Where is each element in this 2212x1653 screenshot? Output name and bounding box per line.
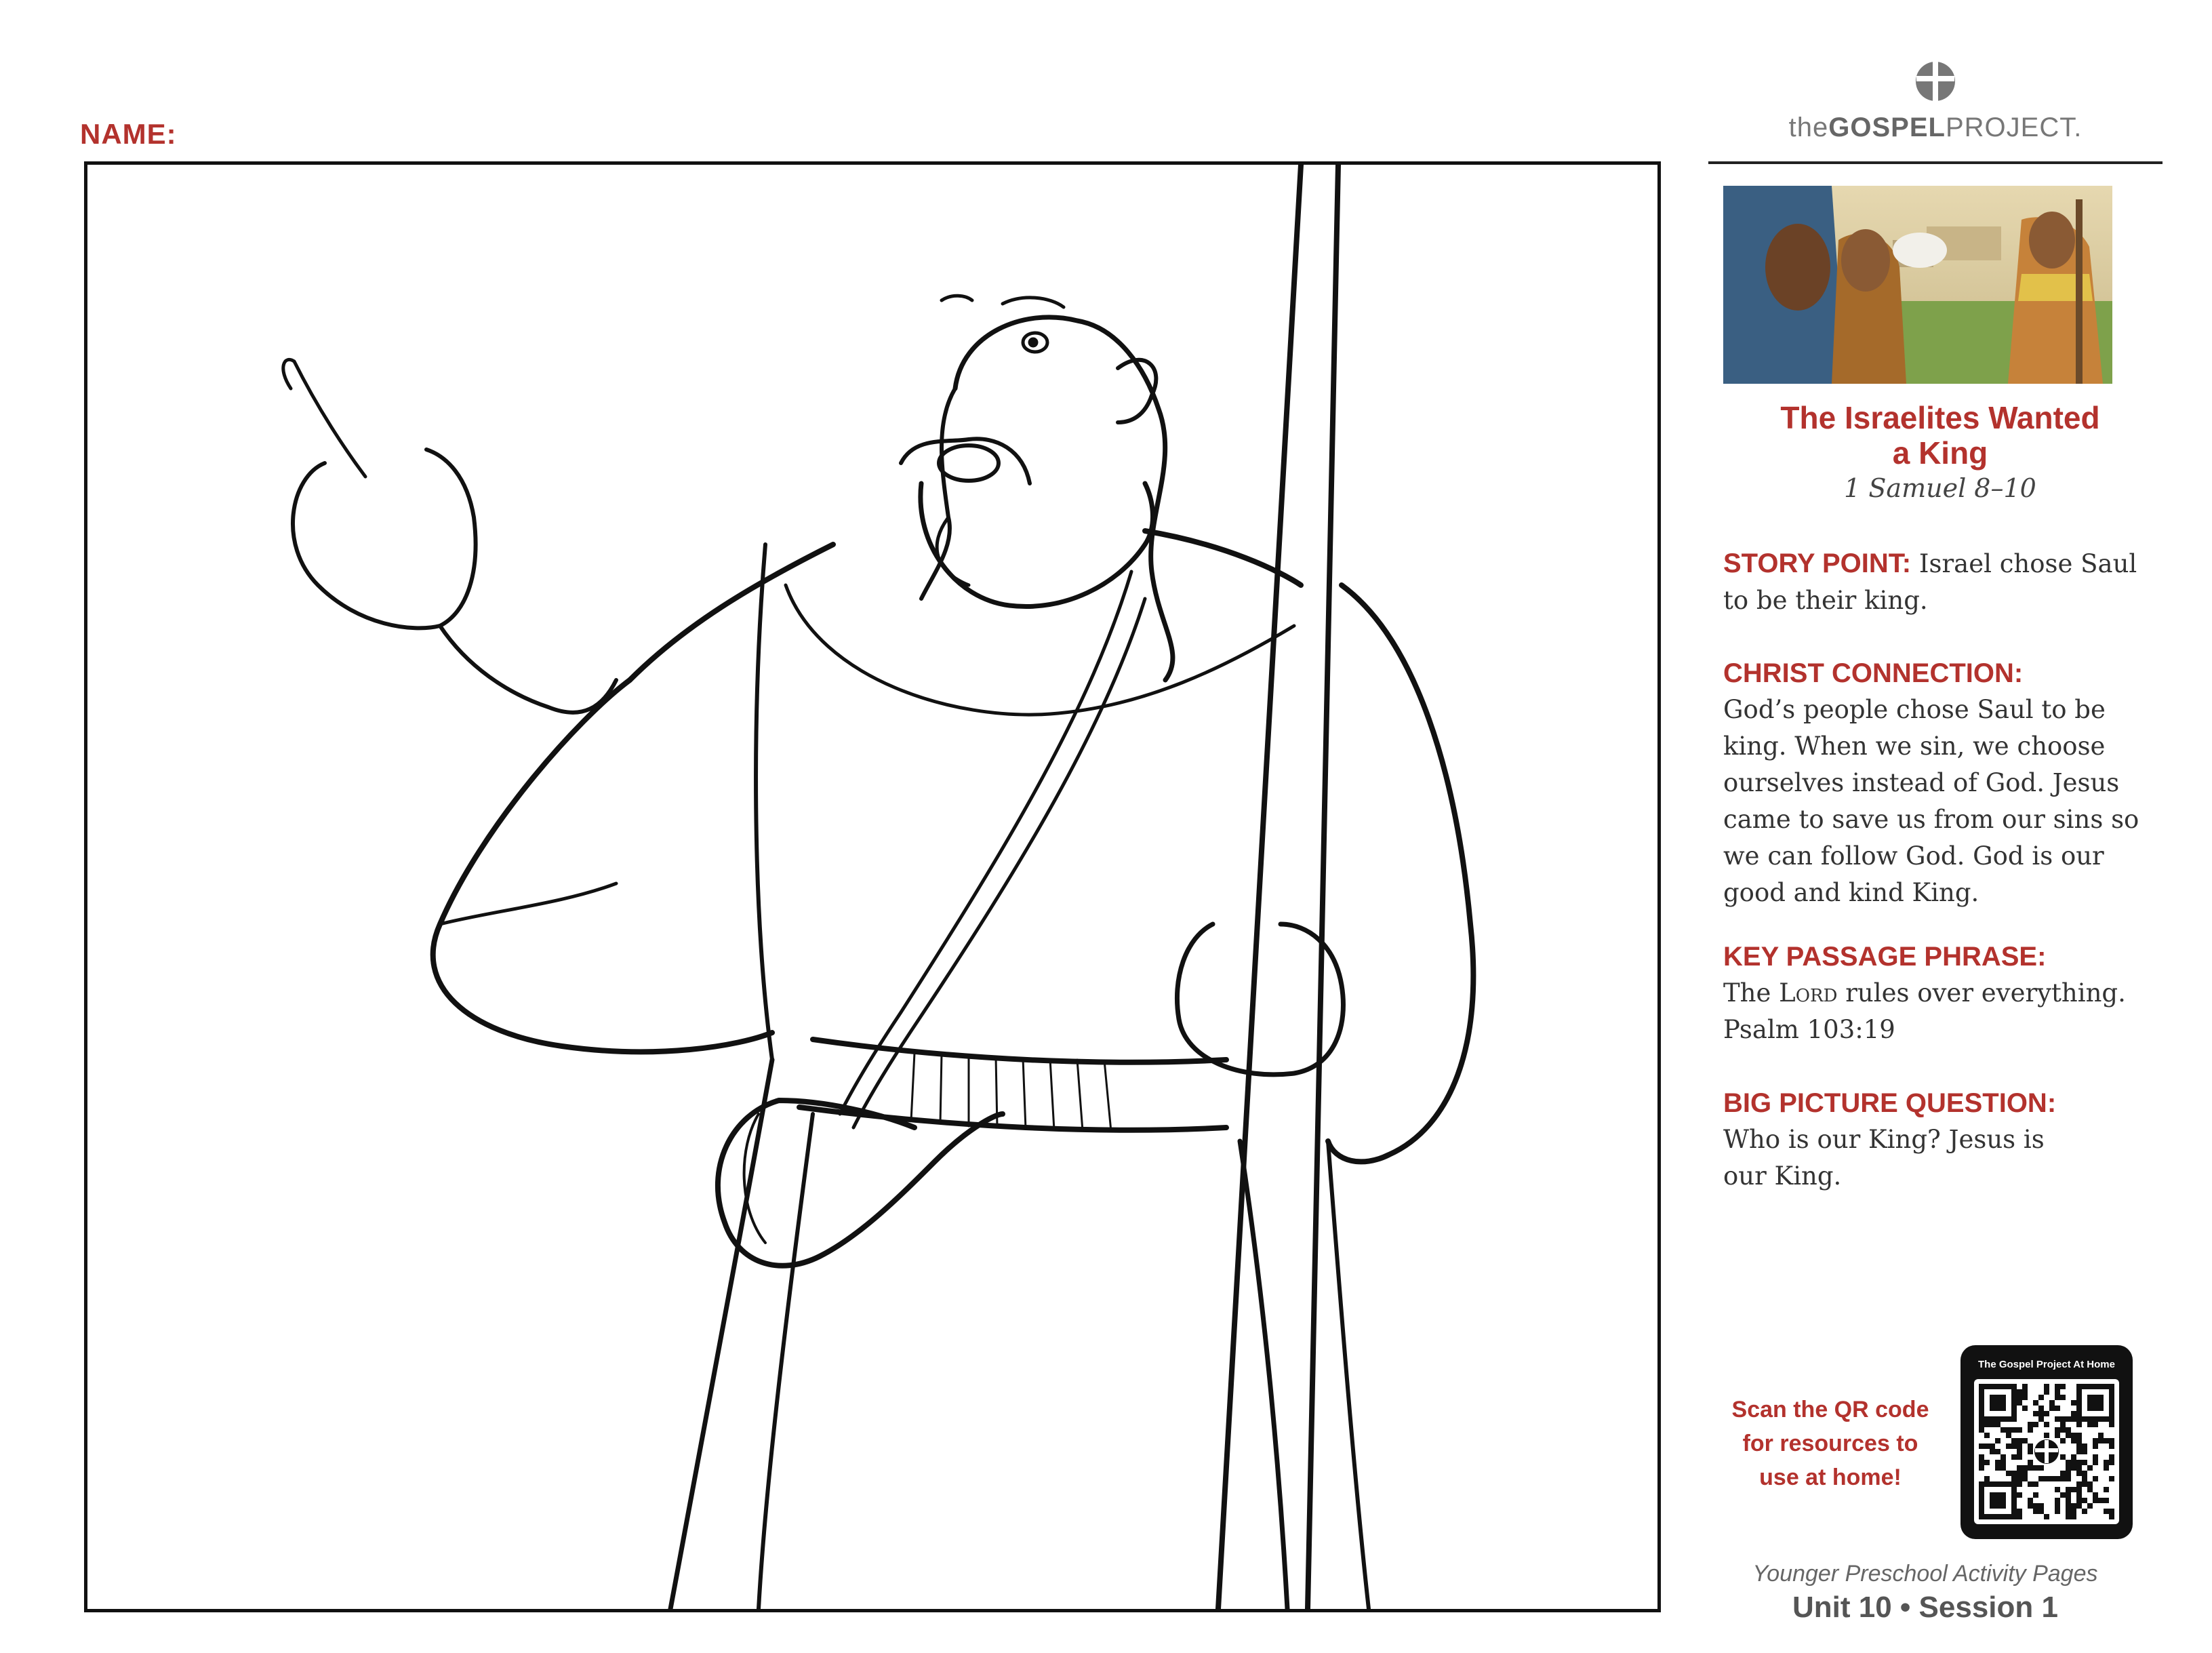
lesson-header: The Israelites Wanted a King 1 Samuel 8–… <box>1723 400 2157 503</box>
qr-code-icon[interactable] <box>1974 1379 2119 1524</box>
coloring-area[interactable] <box>84 161 1661 1612</box>
lesson-title-line1: The Israelites Wanted <box>1780 400 2100 435</box>
christ-connection-section: CHRIST CONNECTION: God’s people chose Sa… <box>1723 655 2157 911</box>
big-picture-section: BIG PICTURE QUESTION: Who is our King? J… <box>1723 1085 2157 1195</box>
key-passage-reference: Psalm 103:19 <box>1723 1015 1895 1044</box>
christ-connection-heading: CHRIST CONNECTION: <box>1723 658 2024 688</box>
qr-code-pattern <box>1979 1384 2114 1519</box>
key-passage-heading: KEY PASSAGE PHRASE: <box>1723 942 2047 972</box>
logo-bold: GOSPEL <box>1828 113 1946 142</box>
lesson-scripture: 1 Samuel 8–10 <box>1844 473 2036 503</box>
qr-prompt: Scan the QR code for resources to use at… <box>1708 1393 1952 1494</box>
key-passage-text-before: The <box>1723 978 1779 1008</box>
gospel-project-logo: theGOSPELPROJECT. <box>1708 57 2163 152</box>
qr-prompt-line3: use at home! <box>1759 1465 1902 1490</box>
qr-card-title: The Gospel Project At Home <box>1978 1359 2115 1370</box>
key-passage-section: KEY PASSAGE PHRASE: The Lord rules over … <box>1723 938 2157 1048</box>
key-passage-text: The Lord rules over everything. <box>1723 975 2157 1012</box>
footer-subtitle: Younger Preschool Activity Pages <box>1752 1561 2098 1587</box>
logo-wordmark: theGOSPELPROJECT. <box>1708 113 2163 143</box>
header-divider <box>1708 161 2163 164</box>
key-passage-lord: Lord <box>1779 978 1838 1008</box>
big-picture-text: Who is our King? Jesus is our King. <box>1723 1125 2045 1191</box>
coloring-illustration <box>281 165 1476 1609</box>
logo-prefix: the <box>1788 113 1829 142</box>
big-picture-heading: BIG PICTURE QUESTION: <box>1723 1088 2057 1118</box>
qr-code-card[interactable]: The Gospel Project At Home <box>1960 1345 2133 1539</box>
story-thumbnail-image <box>1723 186 2112 384</box>
logo-suffix: PROJECT. <box>1945 113 2083 142</box>
story-point-section: STORY POINT: Israel chose Saul to be the… <box>1723 545 2157 619</box>
story-scene-illustration <box>1723 186 2112 384</box>
christ-connection-text: God’s people chose Saul to be king. When… <box>1723 695 2139 907</box>
qr-prompt-line1: Scan the QR code <box>1731 1397 1929 1422</box>
lesson-title-line2: a King <box>1892 435 1988 471</box>
story-point-heading: STORY POINT: <box>1723 549 1912 578</box>
footer-unit-session: Unit 10 • Session 1 <box>1792 1591 2058 1624</box>
cross-circle-logo-icon <box>1916 61 1955 102</box>
key-passage-text-after: rules over everything. <box>1837 978 2126 1008</box>
qr-prompt-line2: for resources to <box>1742 1431 1918 1456</box>
name-label: NAME: <box>80 118 177 150</box>
